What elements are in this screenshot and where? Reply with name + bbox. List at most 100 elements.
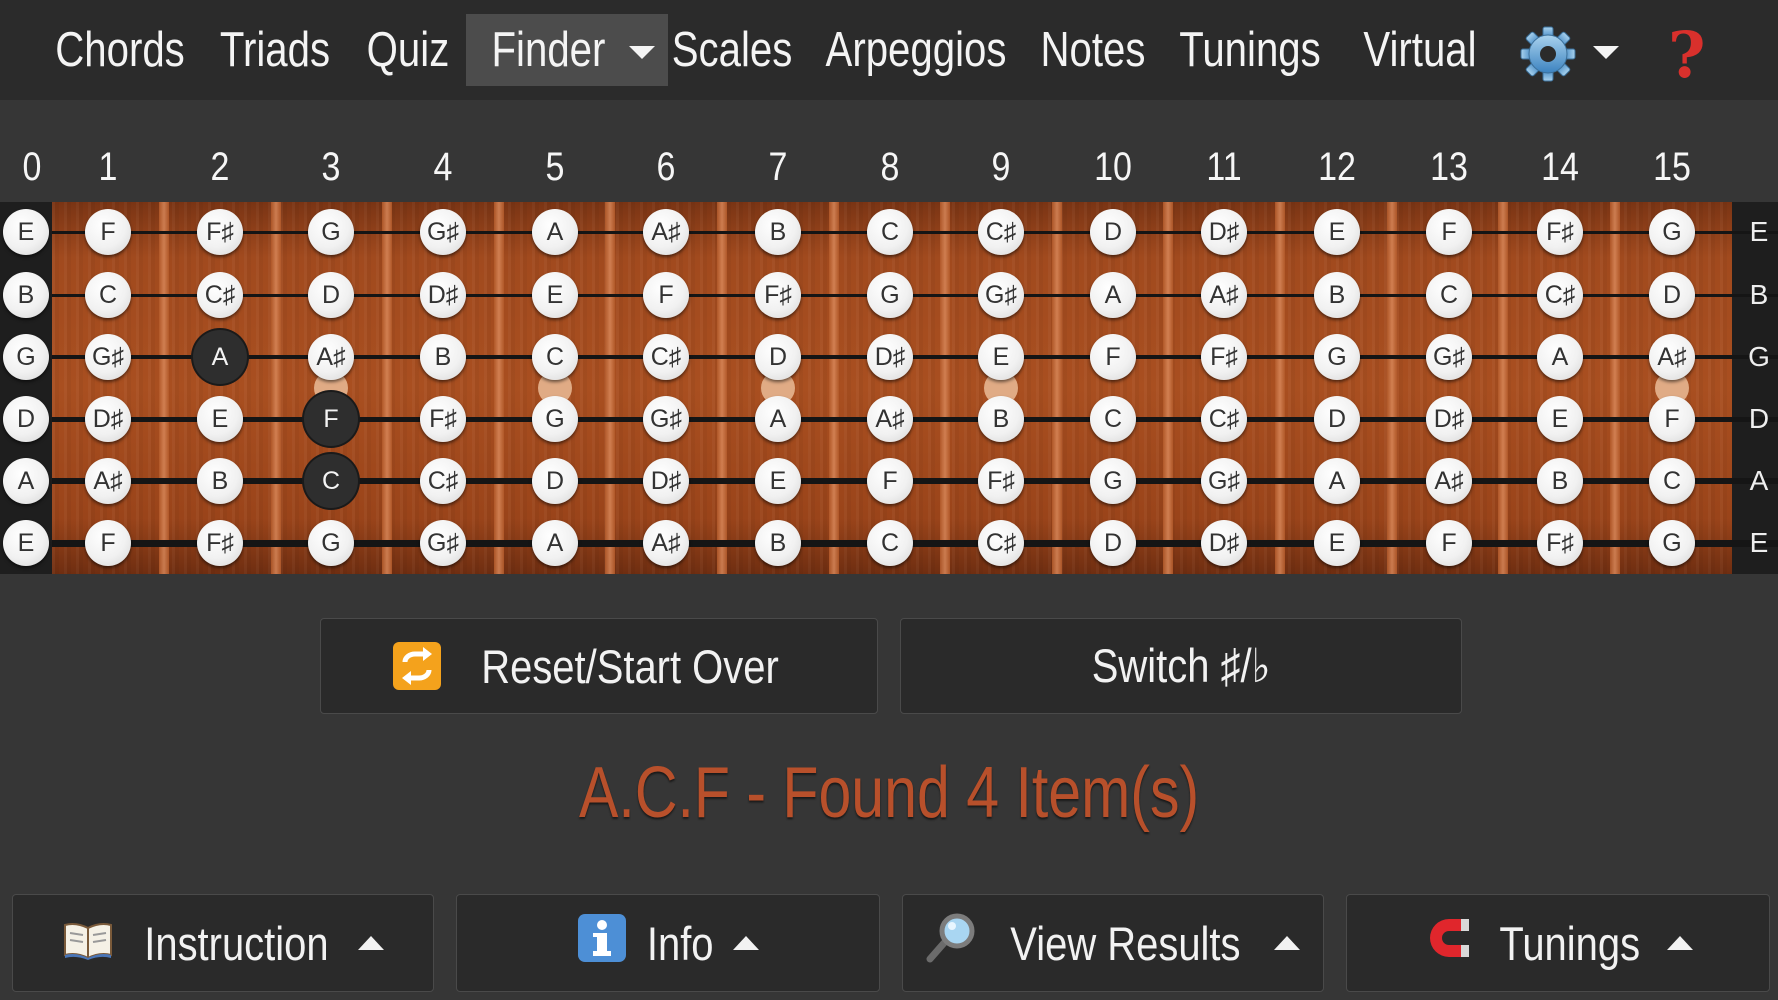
note-marker[interactable]: G♯ — [643, 396, 689, 442]
note-marker[interactable]: D♯ — [85, 396, 131, 442]
nav-item-triads[interactable]: Triads — [220, 14, 330, 86]
reset-button[interactable]: Reset/Start Over — [320, 618, 878, 714]
note-marker[interactable]: G — [532, 396, 578, 442]
note-marker[interactable]: F — [85, 520, 131, 566]
note-marker[interactable]: E — [532, 272, 578, 318]
note-marker[interactable]: C — [532, 334, 578, 380]
note-marker[interactable]: A♯ — [867, 396, 913, 442]
note-marker[interactable]: E — [978, 334, 1024, 380]
note-marker[interactable]: A♯ — [1201, 272, 1247, 318]
note-marker[interactable]: F — [643, 272, 689, 318]
switch-accidental-button[interactable]: Switch ♯/♭ — [900, 618, 1462, 714]
note-marker[interactable]: C — [867, 209, 913, 255]
note-marker[interactable]: D — [532, 458, 578, 504]
note-marker[interactable]: G♯ — [978, 272, 1024, 318]
note-marker[interactable]: A — [1090, 272, 1136, 318]
note-marker[interactable]: D — [1649, 272, 1695, 318]
note-marker[interactable]: G — [3, 334, 49, 380]
note-marker[interactable]: F♯ — [755, 272, 801, 318]
note-marker[interactable]: B — [1537, 458, 1583, 504]
note-marker[interactable]: C♯ — [1201, 396, 1247, 442]
note-marker[interactable]: C♯ — [1537, 272, 1583, 318]
note-marker[interactable]: A — [1537, 334, 1583, 380]
note-marker[interactable]: E — [755, 458, 801, 504]
note-marker[interactable]: F — [1090, 334, 1136, 380]
note-marker[interactable]: D — [1090, 520, 1136, 566]
note-marker[interactable]: G — [1649, 209, 1695, 255]
note-marker[interactable]: D — [3, 396, 49, 442]
nav-item-chords[interactable]: Chords — [55, 14, 185, 86]
note-marker[interactable]: E — [3, 520, 49, 566]
note-marker[interactable]: C♯ — [643, 334, 689, 380]
note-marker[interactable]: C♯ — [978, 209, 1024, 255]
note-marker[interactable]: F♯ — [420, 396, 466, 442]
nav-item-notes[interactable]: Notes — [1041, 14, 1146, 86]
instruction-button[interactable]: Instruction — [12, 894, 434, 992]
note-marker[interactable]: A♯ — [1649, 334, 1695, 380]
nav-item-quiz[interactable]: Quiz — [365, 14, 450, 86]
note-marker[interactable]: B — [755, 209, 801, 255]
note-marker[interactable]: B — [3, 272, 49, 318]
note-marker[interactable]: D♯ — [1426, 396, 1472, 442]
note-marker[interactable]: G♯ — [85, 334, 131, 380]
note-marker[interactable]: G — [1649, 520, 1695, 566]
note-marker[interactable]: F♯ — [1537, 209, 1583, 255]
note-marker[interactable]: F — [85, 209, 131, 255]
note-marker[interactable]: D♯ — [420, 272, 466, 318]
note-marker[interactable]: F — [1426, 209, 1472, 255]
view-results-button[interactable]: View Results — [902, 894, 1324, 992]
note-marker[interactable]: G — [1314, 334, 1360, 380]
nav-item-scales[interactable]: Scales — [672, 14, 793, 86]
note-marker[interactable]: B — [1314, 272, 1360, 318]
gear-icon[interactable] — [1520, 26, 1576, 82]
note-marker[interactable]: D♯ — [1201, 209, 1247, 255]
note-marker[interactable]: C — [1090, 396, 1136, 442]
chevron-down-icon[interactable] — [1593, 46, 1619, 59]
note-marker[interactable]: C — [1649, 458, 1695, 504]
note-marker[interactable]: A — [3, 458, 49, 504]
note-marker[interactable]: B — [197, 458, 243, 504]
note-marker[interactable]: A♯ — [643, 209, 689, 255]
info-button[interactable]: Info — [456, 894, 880, 992]
note-marker[interactable]: E — [1314, 520, 1360, 566]
note-marker[interactable]: D♯ — [1201, 520, 1247, 566]
note-marker[interactable]: F — [867, 458, 913, 504]
note-marker[interactable]: C — [867, 520, 913, 566]
note-marker[interactable]: B — [755, 520, 801, 566]
note-marker[interactable]: D — [1090, 209, 1136, 255]
note-marker[interactable]: G — [308, 209, 354, 255]
note-marker[interactable]: D — [1314, 396, 1360, 442]
note-marker[interactable]: A♯ — [85, 458, 131, 504]
note-marker[interactable]: F♯ — [1201, 334, 1247, 380]
note-marker[interactable]: A♯ — [1426, 458, 1472, 504]
nav-item-finder[interactable]: Finder — [466, 14, 668, 86]
note-marker[interactable]: A — [193, 330, 247, 384]
note-marker[interactable]: C♯ — [420, 458, 466, 504]
note-marker[interactable]: A♯ — [643, 520, 689, 566]
note-marker[interactable]: C — [304, 454, 358, 508]
note-marker[interactable]: F — [1426, 520, 1472, 566]
note-marker[interactable]: A♯ — [308, 334, 354, 380]
tunings-button[interactable]: Tunings — [1346, 894, 1770, 992]
note-marker[interactable]: G♯ — [1426, 334, 1472, 380]
note-marker[interactable]: D♯ — [643, 458, 689, 504]
note-marker[interactable]: A — [532, 520, 578, 566]
nav-item-arpeggios[interactable]: Arpeggios — [826, 14, 1007, 86]
note-marker[interactable]: G — [867, 272, 913, 318]
note-marker[interactable]: A — [1314, 458, 1360, 504]
note-marker[interactable]: F♯ — [1537, 520, 1583, 566]
note-marker[interactable]: F — [1649, 396, 1695, 442]
note-marker[interactable]: A — [532, 209, 578, 255]
note-marker[interactable]: G♯ — [1201, 458, 1247, 504]
note-marker[interactable]: D — [755, 334, 801, 380]
help-icon[interactable]: ? — [1668, 18, 1706, 93]
note-marker[interactable]: C♯ — [197, 272, 243, 318]
note-marker[interactable]: C♯ — [978, 520, 1024, 566]
note-marker[interactable]: G♯ — [420, 520, 466, 566]
nav-item-tunings[interactable]: Tunings — [1179, 14, 1320, 86]
note-marker[interactable]: C — [1426, 272, 1472, 318]
note-marker[interactable]: G♯ — [420, 209, 466, 255]
note-marker[interactable]: D — [308, 272, 354, 318]
note-marker[interactable]: G — [308, 520, 354, 566]
note-marker[interactable]: E — [1537, 396, 1583, 442]
